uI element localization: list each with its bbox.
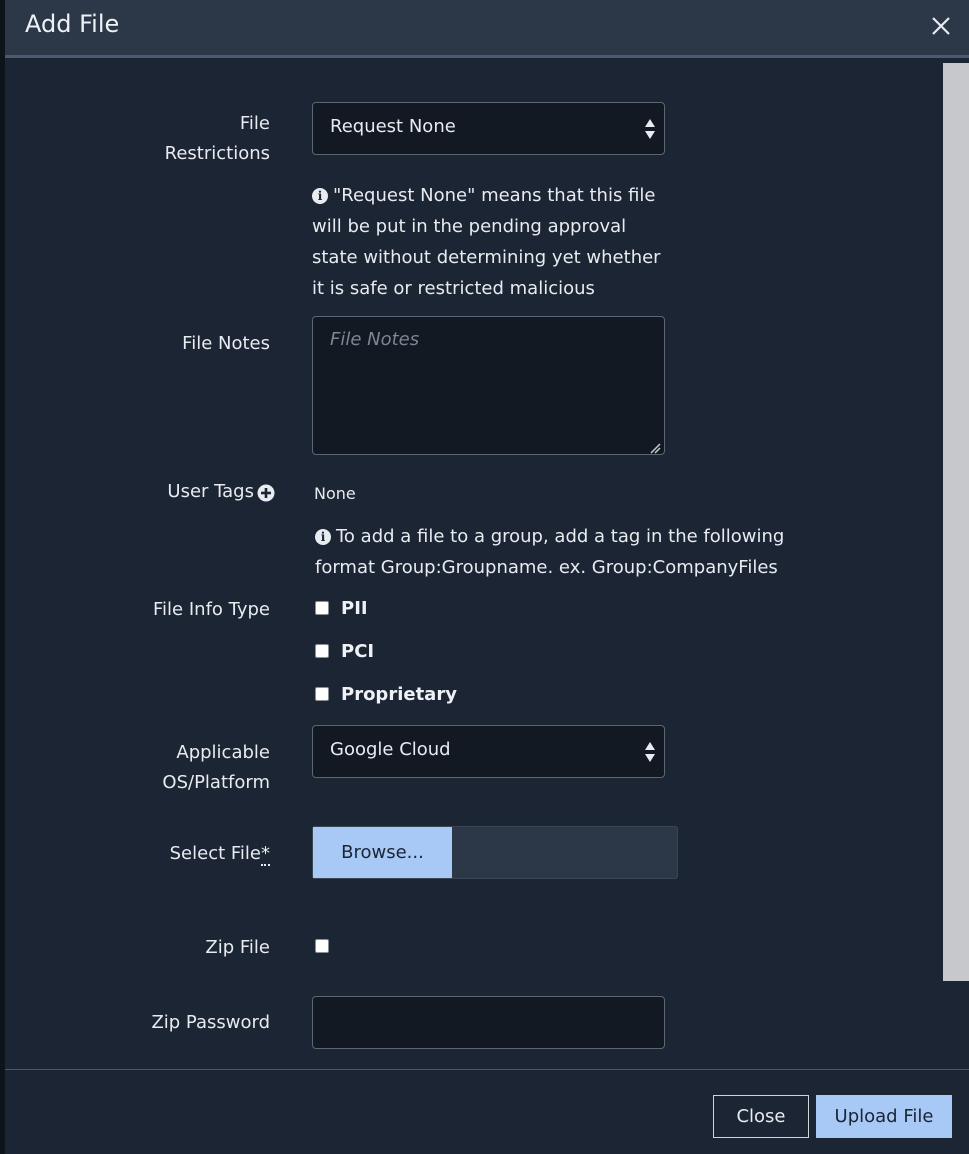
modal-body: File Restrictions Request None i "Request… <box>5 61 943 1069</box>
modal-footer: Close Upload File <box>5 1069 969 1154</box>
resize-grip-icon[interactable] <box>649 439 661 454</box>
file-notes-textarea[interactable] <box>312 316 665 455</box>
checkbox-proprietary-label: Proprietary <box>341 684 457 705</box>
file-restrictions-value: Request None <box>330 116 456 137</box>
select-file-label: Select File* <box>170 839 270 869</box>
info-icon: i <box>312 188 328 204</box>
file-restrictions-label-line1: File <box>239 113 270 134</box>
checkbox-pci[interactable] <box>315 644 329 658</box>
zip-file-label: Zip File <box>205 937 270 958</box>
help-line: will be put in the pending approval <box>312 216 627 237</box>
modal-header: Add File <box>5 0 969 58</box>
platform-value: Google Cloud <box>330 739 451 760</box>
file-restrictions-help: i "Request None" means that this file wil… <box>312 180 661 304</box>
file-input[interactable]: Browse... <box>312 826 678 879</box>
checkbox-pci-label: PCI <box>341 641 375 662</box>
select-arrows-icon <box>644 118 656 140</box>
help-line: format Group:Groupname. ex. Group:Compan… <box>315 557 778 578</box>
close-button[interactable]: Close <box>713 1095 809 1138</box>
select-file-label-text: Select File <box>169 843 261 864</box>
user-tags-label: User Tags <box>167 481 254 502</box>
help-line: state without determining yet whether <box>312 247 661 268</box>
file-info-type-label: File Info Type <box>153 599 270 620</box>
help-line: "Request None" means that this file <box>333 185 656 206</box>
scrollbar[interactable] <box>943 61 969 1069</box>
checkbox-proprietary[interactable] <box>315 687 329 701</box>
platform-select[interactable]: Google Cloud <box>312 725 665 778</box>
info-icon: i <box>315 529 331 545</box>
scrollbar-thumb[interactable] <box>943 63 969 981</box>
file-restrictions-label: File Restrictions <box>165 109 270 169</box>
select-arrows-icon <box>644 741 656 763</box>
add-file-modal: Add File File Restrictions Request None … <box>5 0 969 1154</box>
user-tags-help: i To add a file to a group, add a tag in … <box>315 521 784 583</box>
modal-title: Add File <box>25 10 120 38</box>
browse-button[interactable]: Browse... <box>313 827 452 878</box>
platform-label-line2: OS/Platform <box>162 772 270 793</box>
zip-password-input[interactable] <box>312 996 665 1049</box>
zip-password-label: Zip Password <box>151 1012 270 1033</box>
user-tags-value: None <box>314 484 356 503</box>
checkbox-pii[interactable] <box>315 601 329 615</box>
help-line: it is safe or restricted malicious <box>312 278 595 299</box>
file-notes-label: File Notes <box>182 333 270 354</box>
help-line: To add a file to a group, add a tag in t… <box>336 526 785 547</box>
platform-label: Applicable OS/Platform <box>162 738 270 798</box>
checkbox-zip-file[interactable] <box>315 939 329 953</box>
file-restrictions-label-line2: Restrictions <box>164 143 270 164</box>
platform-label-line1: Applicable <box>176 742 270 763</box>
checkbox-pii-label: PII <box>341 598 368 619</box>
add-tag-plus-icon[interactable] <box>257 484 275 502</box>
required-mark: * <box>261 843 270 866</box>
upload-file-button[interactable]: Upload File <box>816 1095 952 1138</box>
file-restrictions-select[interactable]: Request None <box>312 102 665 155</box>
close-icon[interactable] <box>927 12 955 40</box>
